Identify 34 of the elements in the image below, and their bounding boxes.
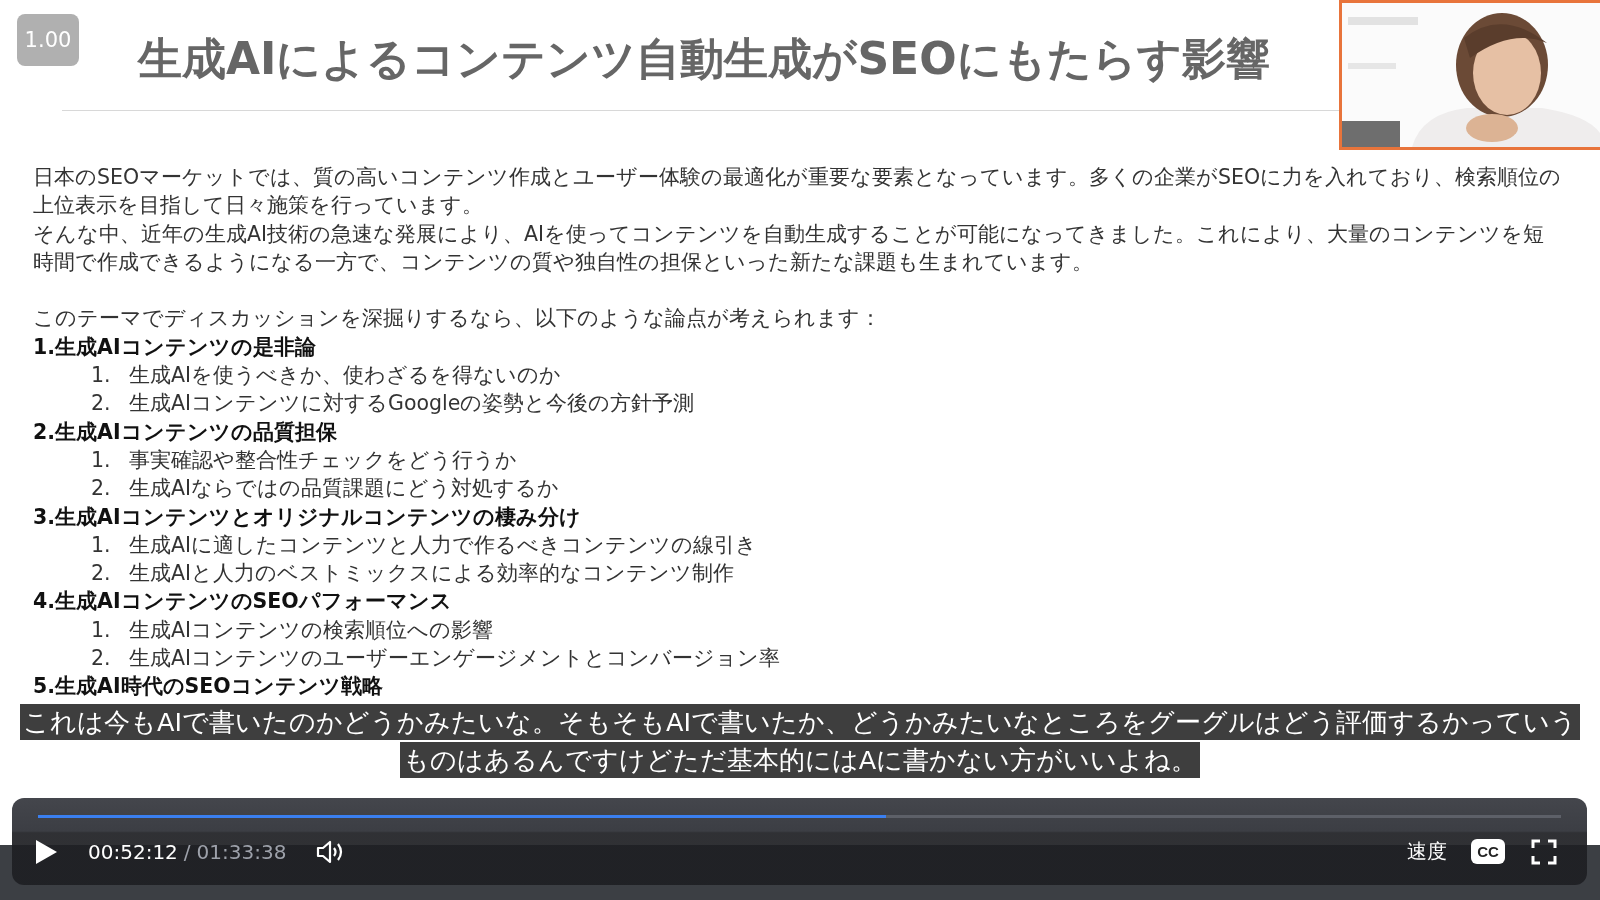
list-item-text: 事実確認や整合性チェックをどう行うか	[129, 446, 517, 474]
total-time: 01:33:38	[196, 839, 287, 864]
speed-button[interactable]: 速度	[1407, 838, 1447, 865]
list-number: 1.	[91, 362, 112, 390]
play-button[interactable]	[34, 838, 58, 865]
fullscreen-icon[interactable]	[1531, 838, 1557, 865]
paragraph: このテーマでディスカッションを深掘りするなら、以下のような論点が考えられます：	[33, 305, 882, 333]
list-number: 1.	[91, 616, 112, 644]
list-number: 1.	[91, 531, 112, 559]
list-number: 1.	[91, 446, 112, 474]
list-item-text: 生成AIに適したコンテンツと人力で作るべきコンテンツの線引き	[129, 531, 758, 559]
captions-button[interactable]: CC	[1471, 839, 1505, 864]
section-heading: 2.生成AIコンテンツの品質担保	[33, 418, 338, 446]
list-number: 2.	[91, 560, 112, 588]
list-item-text: 生成AIコンテンツに対するGoogleの姿勢と今後の方針予測	[129, 390, 695, 418]
slide-title: 生成AIによるコンテンツ自動生成がSEOにもたらす影響	[138, 31, 1270, 86]
section-heading: 3.生成AIコンテンツとオリジナルコンテンツの棲み分け	[33, 503, 582, 531]
time-separator: /	[183, 839, 191, 864]
section-heading: 1.生成AIコンテンツの是非論	[33, 333, 317, 361]
list-item-text: 生成AIと人力のベストミックスによる効率的なコンテンツ制作	[129, 560, 735, 588]
list-item-text: 生成AIコンテンツのユーザーエンゲージメントとコンバージョン率	[129, 645, 781, 673]
list-item-text: 生成AIならではの品質課題にどう対処するか	[129, 475, 560, 503]
progress-track[interactable]	[38, 815, 1561, 818]
current-time: 00:52:12	[88, 839, 178, 864]
speed-badge: 1.00	[17, 14, 79, 66]
list-item-text: 生成AIを使うべきか、使わざるを得ないのか	[129, 362, 562, 390]
section-heading: 4.生成AIコンテンツのSEOパフォーマンス	[33, 588, 453, 616]
list-number: 2.	[91, 475, 112, 503]
paragraph: そんな中、近年の生成AI技術の急速な発展により、AIを使ってコンテンツを自動生成することが可能になってきました。これにより、大量のコンテンツを短時間で作成できるようになる一方で、コンテンツの質や独自性の担保といった新たな課題も生まれています。	[33, 220, 1546, 276]
section-heading: 5.生成AI時代のSEOコンテンツ戦略	[33, 673, 384, 701]
list-item-text: 生成AIコンテンツの検索順位への影響	[129, 616, 494, 644]
list-number: 2.	[91, 390, 112, 418]
paragraph: 日本のSEOマーケットでは、質の高いコンテンツ作成とユーザー体験の最適化が重要な要素となっています。多くの企業がSEOに力を入れており、検索順位の上位表示を目指して日々施策を行っています。	[33, 164, 1563, 220]
list-number: 2.	[91, 645, 112, 673]
